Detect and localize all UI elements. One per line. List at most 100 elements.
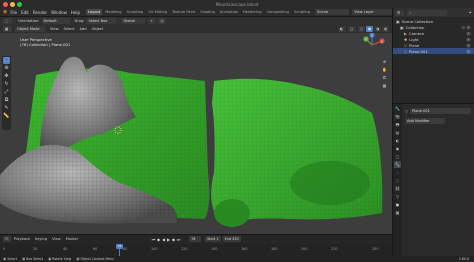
visibility-icon[interactable]: ☑ 👁 — [462, 25, 474, 30]
material-shading-button[interactable]: ◑ — [374, 26, 381, 32]
annotate-tool-icon[interactable]: ✎ — [3, 105, 10, 112]
view-layer-selector[interactable]: View Layer — [352, 9, 393, 15]
snap-toggle[interactable]: ⌖ — [148, 18, 157, 24]
outliner-item-plane-001[interactable]: ▽ Plane.001 👁 — [393, 48, 474, 54]
outliner-display-mode[interactable]: ☰ — [395, 9, 404, 16]
object-tab-icon[interactable]: ▢ — [394, 153, 401, 160]
modifier-tab-icon[interactable]: 🔧 — [394, 161, 401, 168]
tick-label: 60 — [93, 247, 98, 251]
blender-logo-icon[interactable]: ◉ — [3, 9, 7, 15]
menu-window[interactable]: Window — [51, 10, 67, 15]
menu-keying[interactable]: Keying — [35, 237, 47, 241]
proportional-edit-toggle[interactable]: ◎ — [158, 18, 167, 24]
timeline-scrubber[interactable]: 0 20 40 60 80 100 120 140 160 180 200 22… — [0, 244, 392, 256]
scene-selector[interactable]: Scene — [315, 9, 350, 15]
wireframe-shading-button[interactable]: ○ — [358, 26, 365, 32]
outliner-search-input[interactable]: ⌕ — [407, 9, 447, 16]
transform-orientation-dropdown[interactable]: Global — [121, 18, 146, 24]
constraints-tab-icon[interactable]: ⛓ — [394, 185, 401, 192]
scale-tool-icon[interactable]: ⤢ — [3, 89, 10, 96]
timeline-editor-type[interactable]: ⏱ — [3, 236, 11, 242]
view-layer-label: View Layer — [354, 10, 374, 14]
menu-object[interactable]: Object — [92, 27, 104, 31]
menu-marker[interactable]: Marker — [66, 237, 78, 241]
editor-type-button[interactable]: ▦ — [3, 26, 12, 32]
add-modifier-label: Add Modifier — [407, 119, 430, 123]
menu-render[interactable]: Render — [33, 10, 47, 15]
move-tool-icon[interactable]: ✥ — [3, 73, 10, 80]
tick-label: 220 — [331, 247, 338, 251]
tab-shading[interactable]: Shading — [198, 9, 217, 15]
tab-layout[interactable]: Layout — [85, 9, 103, 15]
end-frame-value: 250 — [232, 237, 239, 241]
menu-add[interactable]: Add — [80, 27, 87, 31]
transform-pivot-button[interactable]: ⬚ — [3, 18, 12, 24]
start-frame-field[interactable]: Start 1 — [205, 236, 221, 242]
render-tab-icon[interactable]: 📷 — [394, 113, 401, 120]
perspective-toggle-icon[interactable]: ▦ — [381, 82, 388, 89]
menu-view[interactable]: View — [50, 27, 59, 31]
data-tab-icon[interactable]: ▽ — [394, 193, 401, 200]
view-layer-tab-icon[interactable]: ▤ — [394, 129, 401, 136]
rendered-shading-button[interactable]: ◍ — [382, 26, 389, 32]
tab-uv-editing[interactable]: UV Editing — [146, 9, 169, 15]
world-tab-icon[interactable]: ◉ — [394, 145, 401, 152]
tick-label: 40 — [63, 247, 68, 251]
transform-tool-icon[interactable]: ⧉ — [3, 97, 10, 104]
rotate-tool-icon[interactable]: ↻ — [3, 81, 10, 88]
mouse-middle-icon: ▣ — [22, 257, 26, 261]
window-title: Mountainscape.blend — [215, 1, 259, 7]
object-modifier-icon: ▽ — [405, 108, 409, 114]
mode-dropdown[interactable]: Object Mode — [15, 26, 45, 32]
texture-tab-icon[interactable]: ▦ — [394, 209, 401, 216]
outliner-item-label: Plane — [408, 42, 420, 48]
menu-playback[interactable]: Playback — [14, 237, 30, 241]
orientation-dropdown[interactable]: Default — [41, 18, 70, 24]
end-frame-field[interactable]: End 250 — [222, 236, 241, 242]
tab-scripting[interactable]: Scripting — [292, 9, 312, 15]
status-version: 2.80.0 — [458, 257, 469, 261]
jump-end-icon[interactable]: ⏭ — [176, 237, 181, 242]
output-tab-icon[interactable]: 🖶 — [394, 121, 401, 128]
scene-tab-icon[interactable]: ◐ — [394, 137, 401, 144]
tab-modeling[interactable]: Modeling — [103, 9, 123, 15]
tab-animation[interactable]: Animation — [218, 9, 240, 15]
cursor-tool-icon[interactable]: ⊕ — [3, 65, 10, 72]
menu-help[interactable]: Help — [71, 10, 80, 15]
gizmo-y-label: Y — [365, 37, 367, 41]
menu-file[interactable]: File — [10, 10, 17, 15]
visibility-icon[interactable]: 👁 — [466, 31, 474, 36]
object-name-field[interactable]: Plane.001 — [410, 108, 471, 114]
tick-label: 250 — [372, 247, 379, 251]
measure-tool-icon[interactable]: 📏 — [3, 113, 10, 120]
camera-view-icon[interactable]: ⎚ — [381, 74, 388, 81]
tab-texture-paint[interactable]: Texture Paint — [170, 9, 197, 15]
add-modifier-button[interactable]: Add Modifier — [405, 118, 445, 124]
particles-tab-icon[interactable]: ∴ — [394, 169, 401, 176]
tab-rendering[interactable]: Rendering — [241, 9, 263, 15]
visibility-icon[interactable]: 👁 — [466, 43, 474, 48]
filter-icon[interactable]: ⏷ — [469, 10, 472, 15]
3d-viewport[interactable]: X Y Z ⊕ ✋ ⎚ ▦ — [0, 33, 392, 234]
select-box-tool-icon[interactable]: ⬚ — [3, 57, 10, 64]
menu-timeline-view[interactable]: View — [52, 237, 61, 241]
visibility-icon[interactable]: 👁 — [466, 49, 474, 54]
tick-label: 100 — [151, 247, 158, 251]
xray-toggle[interactable]: ▢ — [348, 26, 356, 32]
solid-shading-button[interactable]: ● — [366, 26, 373, 32]
pan-hand-icon[interactable]: ✋ — [381, 66, 388, 73]
tab-sculpting[interactable]: Sculpting — [125, 9, 146, 15]
overlays-toggle[interactable]: ◐ — [338, 26, 346, 32]
current-frame-field[interactable]: 76 — [189, 236, 202, 242]
zoom-icon[interactable]: ⊕ — [381, 58, 388, 65]
status-context-menu: Object Context Menu — [80, 257, 115, 261]
tool-shelf: ⬚ ⊕ ✥ ↻ ⤢ ⧉ ✎ 📏 — [2, 56, 11, 130]
menu-select[interactable]: Select — [64, 27, 75, 31]
menu-edit[interactable]: Edit — [21, 10, 29, 15]
drag-dropdown[interactable]: Select Box — [86, 18, 117, 24]
physics-tab-icon[interactable]: ◌ — [394, 177, 401, 184]
visibility-icon[interactable]: 👁 — [466, 37, 474, 42]
material-tab-icon[interactable]: ● — [394, 201, 401, 208]
tool-tab-icon[interactable]: 🔧 — [394, 105, 401, 112]
tab-compositing[interactable]: Compositing — [265, 9, 292, 15]
